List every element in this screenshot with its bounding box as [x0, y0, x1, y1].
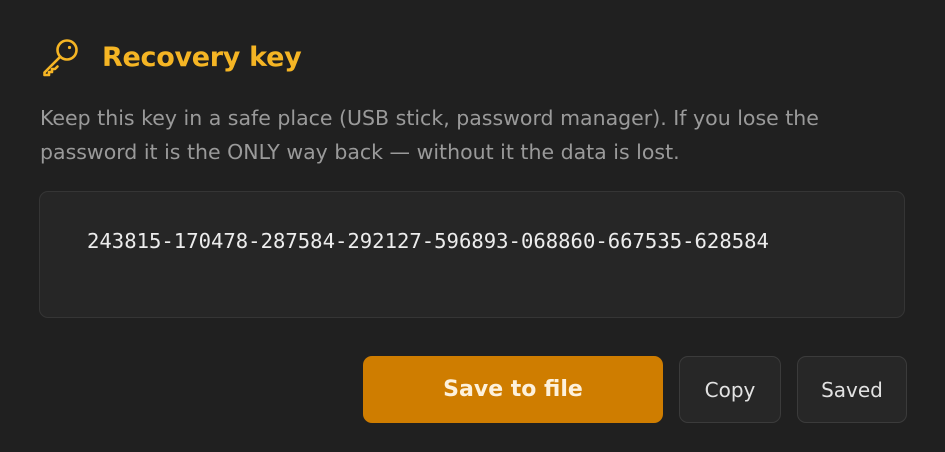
- dialog-title: Recovery key: [102, 41, 302, 73]
- copy-button[interactable]: Copy: [679, 356, 781, 423]
- key-icon: [40, 36, 82, 78]
- recovery-key-box[interactable]: 243815-170478-287584-292127-596893-06886…: [39, 191, 905, 318]
- recovery-key-description: Keep this key in a safe place (USB stick…: [40, 106, 819, 164]
- save-to-file-button[interactable]: Save to file: [363, 356, 663, 423]
- dialog-header: Recovery key: [40, 36, 302, 78]
- saved-button[interactable]: Saved: [797, 356, 907, 423]
- recovery-key-value[interactable]: 243815-170478-287584-292127-596893-06886…: [87, 227, 867, 256]
